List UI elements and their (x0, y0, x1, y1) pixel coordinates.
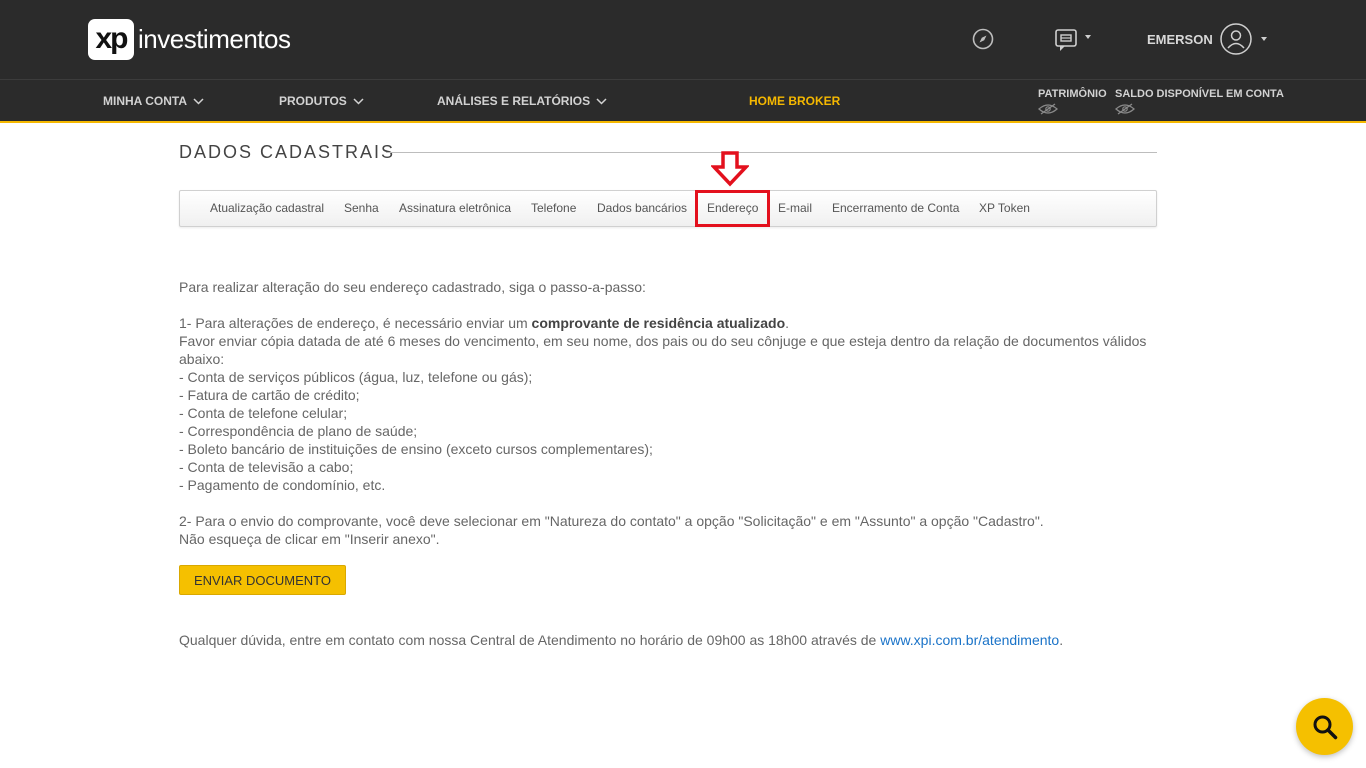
document-item: - Conta de televisão a cabo; (179, 459, 354, 475)
top-header: xp investimentos EMERSON (0, 0, 1366, 79)
nav-analises-relatorios[interactable]: ANÁLISES E RELATÓRIOS (437, 94, 607, 108)
step-1-detail: Favor enviar cópia datada de até 6 meses… (179, 333, 1147, 367)
tab-atualizacao-cadastral[interactable]: Atualização cadastral (210, 201, 324, 215)
search-icon (1313, 715, 1337, 739)
chevron-down-icon (596, 97, 607, 105)
tab-senha[interactable]: Senha (344, 201, 379, 215)
active-tab-highlight (695, 190, 770, 227)
support-link[interactable]: www.xpi.com.br/atendimento (880, 632, 1059, 648)
document-item: - Boleto bancário de instituições de ens… (179, 441, 653, 457)
patrimonio-stat[interactable]: PATRIMÔNIO (1038, 88, 1107, 115)
eye-hidden-icon[interactable] (1115, 103, 1135, 115)
down-arrow-annotation-icon (711, 151, 749, 187)
nav-produtos[interactable]: PRODUTOS (279, 94, 364, 108)
logo-text: investimentos (138, 23, 291, 54)
intro-text: Para realizar alteração do seu endereço … (179, 279, 646, 295)
saldo-stat[interactable]: SALDO DISPONÍVEL EM CONTA (1115, 88, 1284, 115)
nav-minha-conta[interactable]: MINHA CONTA (103, 94, 204, 108)
tab-encerramento-conta[interactable]: Encerramento de Conta (832, 201, 959, 215)
logo-badge: xp (88, 18, 134, 60)
tab-xp-token[interactable]: XP Token (979, 201, 1030, 215)
tab-dados-bancarios[interactable]: Dados bancários (597, 201, 687, 215)
nav-analises-label: ANÁLISES E RELATÓRIOS (437, 94, 591, 108)
support-text-prefix: Qualquer dúvida, entre em contato com no… (179, 632, 881, 648)
document-item: - Pagamento de condomínio, etc. (179, 477, 386, 493)
support-text: Qualquer dúvida, entre em contato com no… (179, 632, 1063, 648)
step-2-text: 2- Para o envio do comprovante, você dev… (179, 513, 1044, 529)
xp-logo[interactable]: xp investimentos (88, 18, 291, 60)
logo-badge-text: xp (95, 22, 128, 55)
step-1-text: 1- Para alterações de endereço, é necess… (179, 314, 1159, 332)
tab-assinatura-eletronica[interactable]: Assinatura eletrônica (399, 201, 511, 215)
chat-icon[interactable] (1054, 27, 1080, 53)
address-instructions: Para realizar alteração do seu endereço … (179, 278, 1159, 548)
eye-hidden-icon[interactable] (1038, 103, 1058, 115)
user-name[interactable]: EMERSON (1147, 32, 1213, 47)
user-dropdown-caret-icon[interactable] (1261, 37, 1267, 41)
chat-dropdown-caret-icon[interactable] (1085, 35, 1091, 39)
main-nav: MINHA CONTA PRODUTOS ANÁLISES E RELATÓRI… (0, 79, 1366, 123)
search-fab-button[interactable] (1296, 698, 1353, 755)
tab-telefone[interactable]: Telefone (531, 201, 576, 215)
saldo-label: SALDO DISPONÍVEL EM CONTA (1115, 88, 1284, 100)
chevron-down-icon (353, 97, 364, 105)
document-item: - Conta de telefone celular; (179, 405, 348, 421)
document-item: - Correspondência de plano de saúde; (179, 423, 418, 439)
user-avatar-icon[interactable] (1220, 23, 1252, 55)
patrimonio-label: PATRIMÔNIO (1038, 88, 1107, 100)
compass-icon[interactable] (972, 28, 994, 50)
nav-minha-conta-label: MINHA CONTA (103, 94, 187, 108)
step-2-note: Não esqueça de clicar em "Inserir anexo"… (179, 531, 440, 547)
nav-home-broker[interactable]: HOME BROKER (749, 94, 840, 108)
step-1-prefix: 1- Para alterações de endereço, é necess… (179, 315, 532, 331)
step-1-suffix: . (785, 315, 790, 331)
page-title: DADOS CADASTRAIS (179, 142, 396, 162)
nav-produtos-label: PRODUTOS (279, 94, 347, 108)
send-document-button[interactable]: ENVIAR DOCUMENTO (179, 565, 346, 595)
profile-tabs: Atualização cadastral Senha Assinatura e… (179, 190, 1157, 227)
title-divider (386, 152, 1157, 153)
document-item: - Conta de serviços públicos (água, luz,… (179, 369, 533, 385)
support-text-suffix: . (1059, 632, 1064, 648)
step-1-bold: comprovante de residência atualizado (531, 315, 786, 331)
tab-email[interactable]: E-mail (778, 201, 812, 215)
document-item: - Fatura de cartão de crédito; (179, 387, 360, 403)
chevron-down-icon (193, 97, 204, 105)
